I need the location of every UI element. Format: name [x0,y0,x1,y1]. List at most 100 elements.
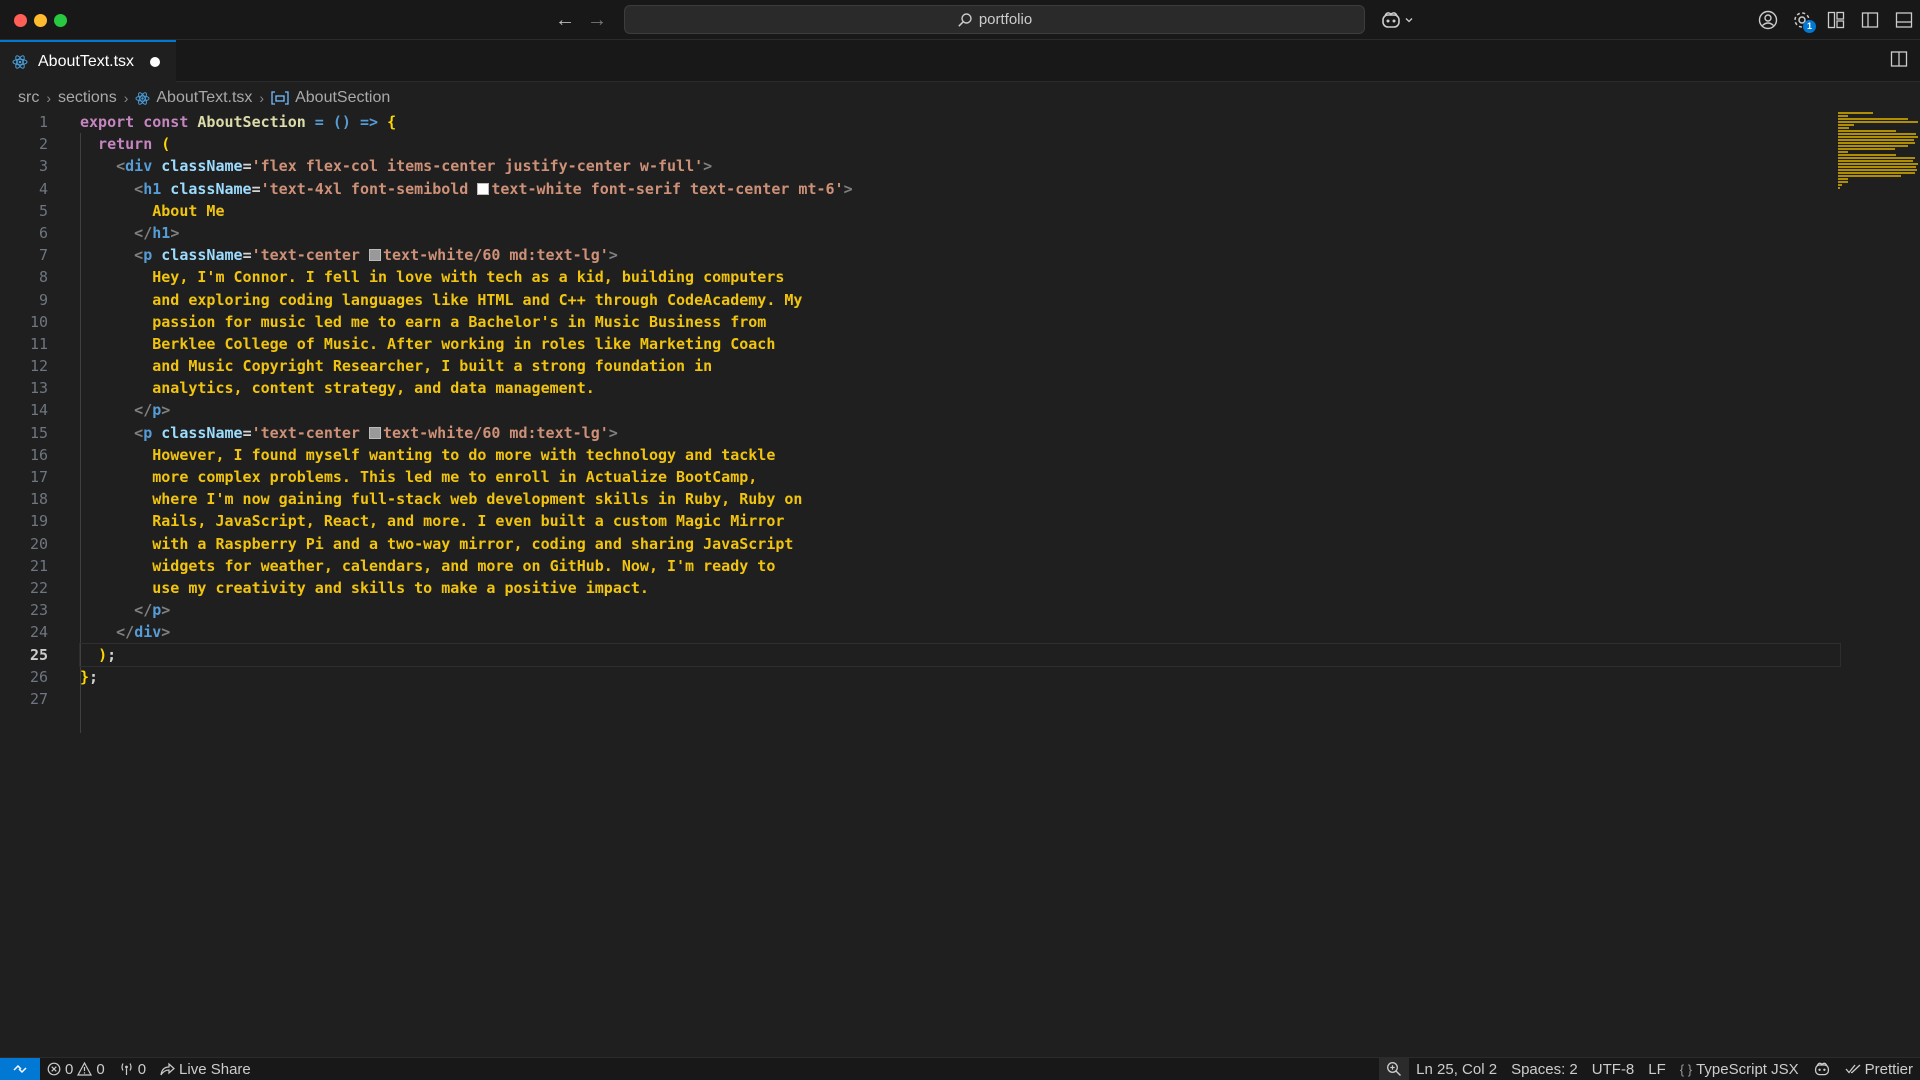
code-line[interactable]: export const AboutSection = () => { [80,111,1840,133]
code-line[interactable]: widgets for weather, calendars, and more… [80,555,1840,577]
line-number: 2 [38,135,48,154]
code-token: h1 [143,179,162,198]
problems-button[interactable]: 0 0 [40,1058,112,1080]
customize-layout-button[interactable] [1824,6,1848,34]
code-token: { [387,113,397,131]
code-line[interactable]: However, I found myself wanting to do mo… [80,444,1840,466]
minimap-line [1838,130,1896,132]
ports-button[interactable]: 0 [112,1058,153,1080]
code-line[interactable]: <p className='text-center text-white/60 … [80,422,1840,444]
window-close-button[interactable] [14,14,27,27]
code-token: Berklee College of Music. After working … [80,334,776,353]
minimap-line [1838,160,1913,162]
minimap-line [1838,112,1873,114]
command-center-search[interactable]: portfolio [624,5,1365,34]
minimap-line [1838,133,1916,135]
code-line[interactable]: where I'm now gaining full-stack web dev… [80,488,1840,510]
breadcrumb-symbol[interactable]: AboutSection [271,89,390,107]
code-token: > [161,601,171,620]
breadcrumb-src[interactable]: src [18,89,39,107]
color-swatch-icon[interactable] [477,182,490,195]
encoding-button[interactable]: UTF-8 [1585,1058,1642,1080]
line-number: 24 [29,623,48,642]
code-line[interactable]: analytics, content strategy, and data ma… [80,377,1840,399]
code-token: ; [89,667,99,686]
broadcast-icon [121,1063,132,1075]
eol-button[interactable]: LF [1641,1058,1673,1080]
code-line[interactable]: <p className='text-center text-white/60 … [80,244,1840,266]
breadcrumb-label: sections [58,89,117,106]
window-maximize-button[interactable] [54,14,67,27]
language-mode-button[interactable]: { } TypeScript JSX [1673,1058,1806,1080]
code-line[interactable]: and exploring coding languages like HTML… [80,289,1840,311]
warning-icon [77,1062,93,1076]
window-minimize-button[interactable] [34,14,47,27]
unsaved-dot-icon[interactable] [150,57,161,67]
code-token: < [80,423,144,442]
react-file-icon [12,55,28,69]
code-line[interactable]: Hey, I'm Connor. I fell in love with tec… [80,266,1840,288]
code-line[interactable]: with a Raspberry Pi and a two-way mirror… [80,533,1840,555]
breadcrumb-label: src [18,89,40,106]
back-arrow-icon[interactable]: ← [552,8,578,32]
code-token: use my creativity and skills to make a p… [80,578,649,597]
code-editor[interactable]: 1 2 3 4 5 6 7 8 9 10 11 12 13 14 15 16 17 18 19 20 21 22 23 24 2… [0,111,1920,1057]
cursor-position-button[interactable]: Ln 25, Col 2 [1409,1058,1504,1080]
minimap-line [1838,136,1918,138]
copilot-status-button[interactable] [1806,1058,1838,1080]
code-token: > [608,246,618,265]
status-bar: 0 0 0 Live Share Ln 25, Col 2 Spaces: 2 … [0,1057,1920,1080]
line-number: 19 [29,512,48,531]
code-token: However, I found myself wanting to do mo… [80,445,776,464]
breadcrumb-file[interactable]: AboutText.tsx [135,89,252,107]
accounts-button[interactable] [1756,6,1780,34]
code-line[interactable]: Berklee College of Music. After working … [80,333,1840,355]
tab-label: AboutText.tsx [38,53,135,70]
code-token: more complex problems. This led me to en… [80,468,758,486]
code-line[interactable]: </p> [80,399,1840,421]
line-number: 25 [29,645,48,664]
code-line[interactable]: and Music Copyright Researcher, I built … [80,355,1840,377]
code-line[interactable]: About Me [80,200,1840,222]
live-share-button[interactable]: Live Share [153,1058,258,1080]
minimap-line [1838,166,1916,168]
toggle-panel-button[interactable] [1892,6,1916,34]
code-line[interactable]: Rails, JavaScript, React, and more. I ev… [80,510,1840,532]
code-line[interactable]: <div className='flex flex-col items-cent… [80,155,1840,177]
code-line[interactable]: return ( [80,133,1840,155]
code-content[interactable]: export const AboutSection = () => { retu… [79,111,1841,733]
manage-settings-button[interactable]: 1 [1790,6,1816,34]
encoding-label: UTF-8 [1591,1060,1635,1078]
tab-abouttext-tsx[interactable]: AboutText.tsx [0,40,176,82]
code-line[interactable]: </h1> [80,222,1840,244]
settings-update-badge: 1 [1803,20,1816,33]
ports-count: 0 [137,1060,147,1078]
remote-indicator-button[interactable] [0,1057,40,1080]
toggle-primary-sidebar-button[interactable] [1858,6,1882,34]
code-line[interactable]: </p> [80,599,1840,621]
breadcrumb-sections[interactable]: sections [58,89,117,107]
code-line[interactable]: ); [79,642,1841,667]
indentation-button[interactable]: Spaces: 2 [1504,1058,1585,1080]
prettier-button[interactable]: Prettier [1838,1058,1920,1080]
split-editor-button[interactable] [1890,50,1912,72]
code-line[interactable]: more complex problems. This led me to en… [80,466,1840,488]
copilot-menu-button[interactable] [1380,8,1414,32]
line-number: 5 [38,201,48,220]
code-line[interactable] [80,688,1840,710]
code-line[interactable]: }; [80,666,1840,688]
code-line[interactable]: </div> [80,621,1840,643]
color-swatch-icon[interactable] [369,426,381,439]
code-token: p [143,246,153,265]
code-line[interactable]: use my creativity and skills to make a p… [80,577,1840,599]
code-line[interactable]: <h1 className='text-4xl font-semibold te… [80,178,1840,200]
color-swatch-icon[interactable] [369,249,381,262]
zoom-button[interactable] [1379,1057,1410,1080]
breadcrumb-label: AboutText.tsx [156,89,253,106]
command-center-label: portfolio [978,11,1033,28]
minimap[interactable] [1838,111,1920,189]
code-token: ( [161,135,171,154]
forward-arrow-icon[interactable]: → [584,8,610,32]
code-line[interactable]: passion for music led me to earn a Bache… [80,311,1840,333]
code-token: </ [80,623,135,642]
